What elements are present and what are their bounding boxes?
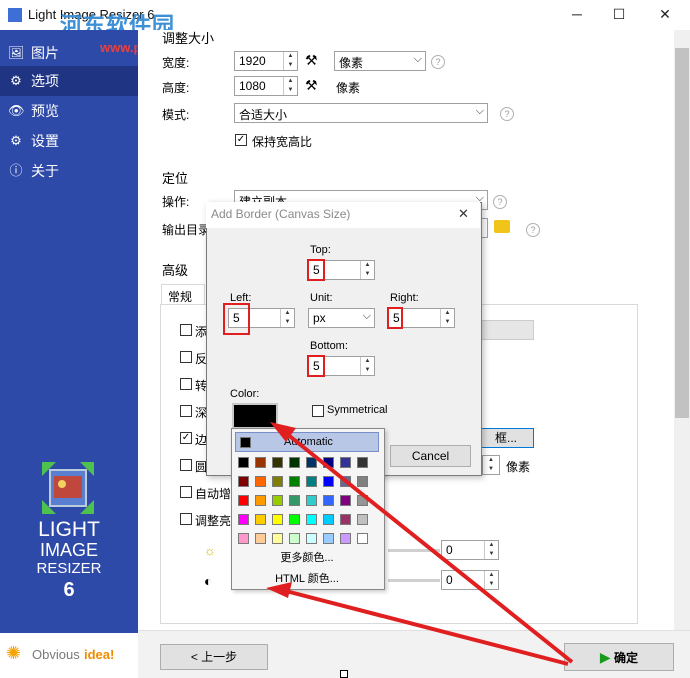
annotation-arrows — [266, 422, 574, 666]
